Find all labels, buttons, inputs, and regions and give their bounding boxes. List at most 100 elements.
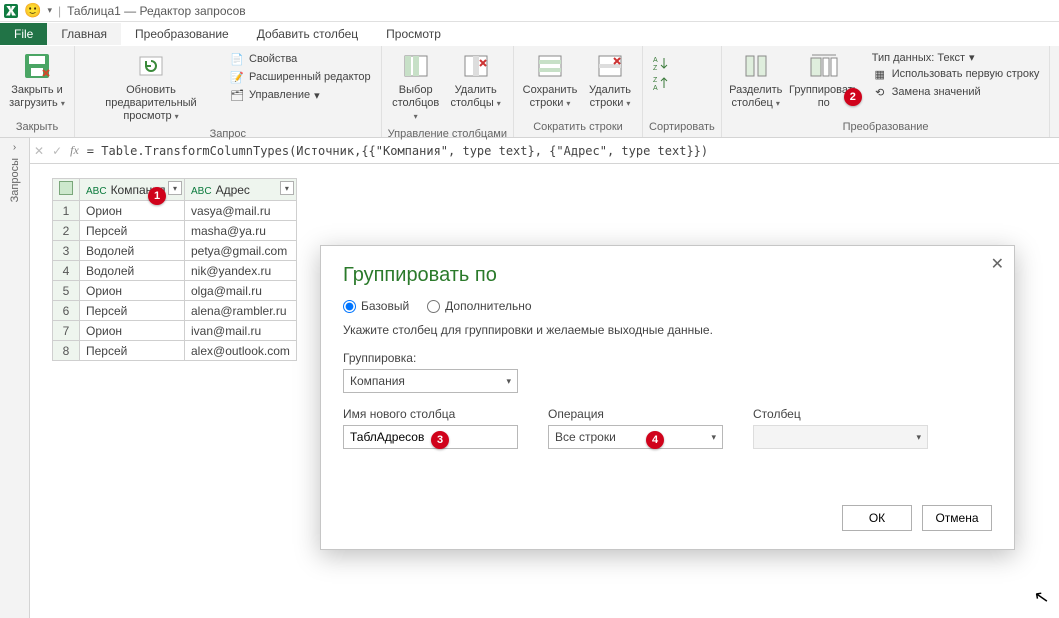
sort-asc-icon: AZ: [653, 55, 669, 71]
column-select-disabled: ▾: [753, 425, 928, 449]
formula-confirm-icon[interactable]: ✓: [52, 144, 62, 158]
cell-address[interactable]: nik@yandex.ru: [185, 261, 297, 281]
choose-columns-button[interactable]: Выбор столбцов ▾: [388, 48, 444, 126]
tab-home[interactable]: Главная: [47, 23, 121, 45]
dialog-title: Группировать по: [343, 264, 992, 287]
svg-text:A: A: [653, 57, 658, 64]
first-row-headers-button[interactable]: ▦Использовать первую строку: [868, 65, 1044, 83]
table-row[interactable]: 5 Орион olga@mail.ru: [53, 281, 297, 301]
text-type-icon: АBC: [191, 186, 212, 197]
group-rows-label: Сократить строки: [520, 119, 636, 137]
remove-columns-icon: [460, 50, 492, 82]
replace-values-button[interactable]: ⟲Замена значений: [868, 83, 1044, 101]
window-title: Таблица1 — Редактор запросов: [67, 4, 246, 18]
cell-company[interactable]: Орион: [80, 201, 185, 221]
title-bar: 🙂 ▾ | Таблица1 — Редактор запросов: [0, 0, 1059, 22]
properties-button[interactable]: 📄Свойства: [225, 50, 375, 68]
excel-icon: [4, 4, 18, 18]
cell-address[interactable]: alex@outlook.com: [185, 341, 297, 361]
group-query-label: Запрос: [81, 126, 375, 144]
close-btn-line2: загрузить: [9, 97, 58, 109]
cell-address[interactable]: petya@gmail.com: [185, 241, 297, 261]
row-number: 6: [53, 301, 80, 321]
close-and-load-button[interactable]: Закрыть и загрузить ▾: [6, 48, 68, 112]
svg-text:Z: Z: [653, 65, 658, 71]
remove-rows-icon: [594, 50, 626, 82]
split-column-button[interactable]: Разделить столбец ▾: [728, 48, 784, 112]
ok-button[interactable]: ОК: [842, 505, 912, 531]
refresh-preview-button[interactable]: Обновить предварительный просмотр ▾: [81, 48, 221, 126]
group-by-dialog: ✕ Группировать по Базовый Дополнительно …: [320, 245, 1015, 550]
tab-transform[interactable]: Преобразование: [121, 23, 243, 45]
group-label: Группировка:: [343, 351, 992, 365]
table-row[interactable]: 4 Водолей nik@yandex.ru: [53, 261, 297, 281]
radio-advanced[interactable]: Дополнительно: [427, 299, 531, 313]
group-column-select[interactable]: Компания▾: [343, 369, 518, 393]
cell-company[interactable]: Орион: [80, 281, 185, 301]
datatype-button[interactable]: Тип данных: Текст ▾: [868, 50, 1044, 65]
tab-addcolumn[interactable]: Добавить столбец: [243, 23, 372, 45]
cell-address[interactable]: olga@mail.ru: [185, 281, 297, 301]
column-filter-icon[interactable]: ▾: [280, 181, 294, 195]
queries-side-panel[interactable]: › Запросы: [0, 138, 30, 618]
title-sep: |: [58, 4, 61, 18]
row-number: 4: [53, 261, 80, 281]
remove-rows-button[interactable]: Удалить строки ▾: [584, 48, 636, 112]
sort-desc-icon: ZA: [653, 75, 669, 91]
table-row[interactable]: 1 Орион vasya@mail.ru: [53, 201, 297, 221]
cell-address[interactable]: masha@ya.ru: [185, 221, 297, 241]
row-number: 5: [53, 281, 80, 301]
keep-rows-icon: [534, 50, 566, 82]
ribbon-tabs: File Главная Преобразование Добавить сто…: [0, 22, 1059, 46]
close-btn-line1: Закрыть и: [11, 84, 63, 97]
cell-company[interactable]: Персей: [80, 301, 185, 321]
qat-dropdown[interactable]: ▾: [47, 5, 52, 16]
table-row[interactable]: 7 Орион ivan@mail.ru: [53, 321, 297, 341]
formula-cancel-icon[interactable]: ✕: [34, 144, 44, 158]
cell-address[interactable]: alena@rambler.ru: [185, 301, 297, 321]
row-number: 3: [53, 241, 80, 261]
cancel-button[interactable]: Отмена: [922, 505, 992, 531]
row-number: 1: [53, 201, 80, 221]
cell-company[interactable]: Персей: [80, 221, 185, 241]
column-label: Столбец: [753, 407, 928, 421]
group-columns-label: Управление столбцами: [388, 126, 507, 144]
table-icon: [59, 181, 73, 195]
manage-button[interactable]: 🗂Управление ▾: [225, 86, 375, 104]
formula-input[interactable]: [87, 144, 1053, 158]
dialog-description: Укажите столбец для группировки и желаем…: [343, 323, 992, 337]
table-corner[interactable]: [53, 179, 80, 201]
cell-address[interactable]: vasya@mail.ru: [185, 201, 297, 221]
col-header-company[interactable]: АBCКомпания ▾ 1: [80, 179, 185, 201]
col-header-address[interactable]: АBCАдрес ▾: [185, 179, 297, 201]
table-row[interactable]: 6 Персей alena@rambler.ru: [53, 301, 297, 321]
cell-company[interactable]: Орион: [80, 321, 185, 341]
sort-desc-button[interactable]: ZA: [649, 74, 673, 92]
group-by-button[interactable]: Группировать по 2: [788, 48, 860, 112]
text-type-icon: АBC: [86, 186, 107, 197]
cell-company[interactable]: Водолей: [80, 241, 185, 261]
operation-select[interactable]: Все строки▾: [548, 425, 723, 449]
fx-icon[interactable]: fx: [70, 143, 79, 158]
cell-address[interactable]: ivan@mail.ru: [185, 321, 297, 341]
row-number: 7: [53, 321, 80, 341]
cell-company[interactable]: Водолей: [80, 261, 185, 281]
remove-columns-button[interactable]: Удалить столбцы ▾: [448, 48, 504, 112]
radio-basic[interactable]: Базовый: [343, 299, 409, 313]
cursor-icon: ↖: [1032, 586, 1051, 609]
refresh-icon: [135, 50, 167, 82]
table-row[interactable]: 3 Водолей petya@gmail.com: [53, 241, 297, 261]
table-row[interactable]: 8 Персей alex@outlook.com: [53, 341, 297, 361]
tab-file[interactable]: File: [0, 23, 47, 45]
sort-asc-button[interactable]: AZ: [649, 54, 673, 72]
cell-company[interactable]: Персей: [80, 341, 185, 361]
column-filter-icon[interactable]: ▾: [168, 181, 182, 195]
keep-rows-button[interactable]: Сохранить строки ▾: [520, 48, 580, 112]
table-row[interactable]: 2 Персей masha@ya.ru: [53, 221, 297, 241]
dialog-close-icon[interactable]: ✕: [991, 254, 1004, 274]
advanced-editor-button[interactable]: 📝Расширенный редактор: [225, 68, 375, 86]
annotation-badge-4: 4: [646, 431, 664, 449]
tab-view[interactable]: Просмотр: [372, 23, 455, 45]
face-icon: 🙂: [24, 2, 41, 19]
advanced-editor-icon: 📝: [229, 69, 245, 85]
